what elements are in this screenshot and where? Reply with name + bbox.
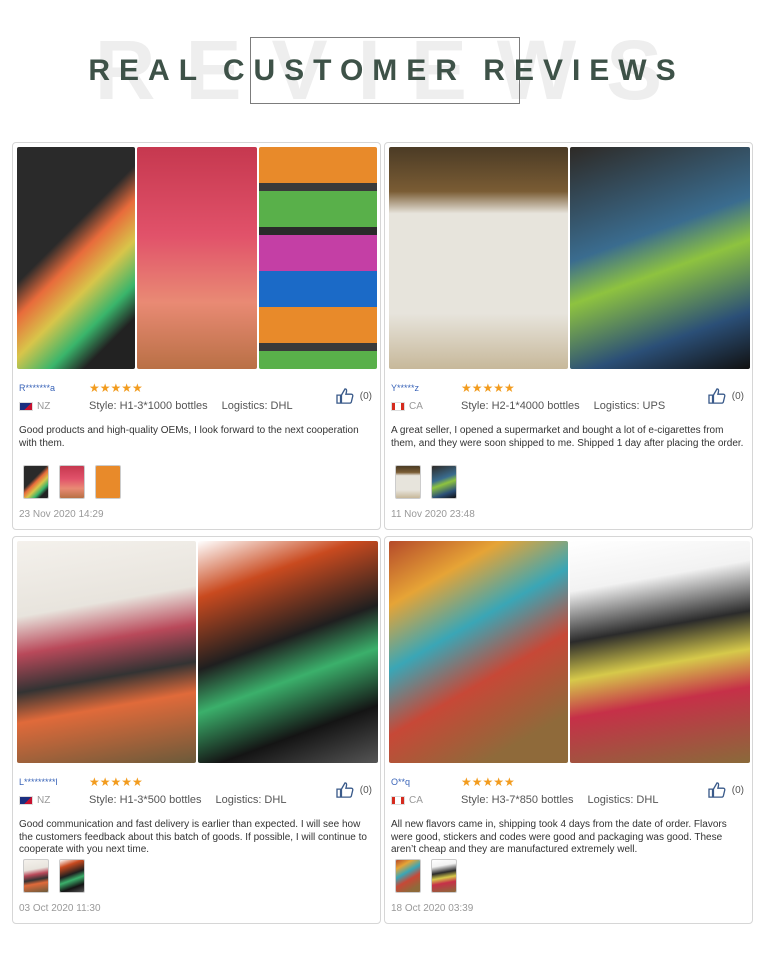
thumbnail-list (23, 859, 85, 893)
order-meta: Style: H2-1*4000 bottles Logistics: UPS (461, 400, 679, 412)
review-text: All new flavors came in, shipping took 4… (391, 819, 727, 855)
ca-flag-icon (391, 402, 405, 411)
order-style: Style: H1-3*1000 bottles (89, 400, 208, 412)
thumbnail[interactable] (395, 859, 421, 893)
like-count: (0) (359, 390, 372, 402)
review-text: A great seller, I opened a supermarket a… (391, 425, 744, 449)
thumbnail[interactable] (23, 859, 49, 893)
country-code: CA (409, 795, 423, 806)
reviewer-name: O**q (391, 777, 411, 787)
thumbnail[interactable] (431, 465, 457, 499)
order-meta: Style: H1-3*500 bottles Logistics: DHL (89, 794, 300, 806)
country-code: NZ (37, 401, 51, 412)
star-rating: ★★★★★ (461, 775, 515, 789)
thumbnail[interactable] (395, 465, 421, 499)
like-count: (0) (731, 784, 744, 796)
review-photo[interactable] (137, 147, 257, 369)
order-logistics: Logistics: DHL (587, 794, 659, 806)
like-button[interactable]: (0) (708, 782, 744, 798)
country-code: NZ (37, 795, 51, 806)
nz-flag-icon (19, 796, 33, 805)
review-photo[interactable] (259, 147, 377, 369)
order-meta: Style: H3-7*850 bottles Logistics: DHL (461, 794, 672, 806)
reviewer-country: CA (391, 795, 423, 806)
reviewer-country: CA (391, 401, 423, 412)
thumbnail-list (23, 465, 121, 499)
order-logistics: Logistics: DHL (215, 794, 287, 806)
review-photo[interactable] (17, 147, 135, 369)
review-text: Good communication and fast delivery is … (19, 819, 367, 855)
order-style: Style: H3-7*850 bottles (461, 794, 574, 806)
thumbs-up-icon (708, 388, 726, 404)
thumbnail[interactable] (59, 859, 85, 893)
like-button[interactable]: (0) (336, 782, 372, 798)
nz-flag-icon (19, 402, 33, 411)
thumbnail[interactable] (59, 465, 85, 499)
star-rating: ★★★★★ (461, 381, 515, 395)
thumbnail-list (395, 859, 457, 893)
like-button[interactable]: (0) (336, 388, 372, 404)
reviewer-name: R*******a (19, 383, 56, 393)
thumbnail-list (395, 465, 457, 499)
order-logistics: Logistics: UPS (593, 400, 666, 412)
thumbs-up-icon (336, 388, 354, 404)
like-count: (0) (731, 390, 744, 402)
thumbnail[interactable] (431, 859, 457, 893)
star-rating: ★★★★★ (89, 381, 143, 395)
reviewer-country: NZ (19, 795, 50, 806)
review-card: L*********l NZ ★★★★★ Style: H1-3*500 bot… (12, 536, 381, 924)
order-style: Style: H1-3*500 bottles (89, 794, 202, 806)
order-meta: Style: H1-3*1000 bottles Logistics: DHL (89, 400, 307, 412)
review-photo[interactable] (389, 147, 568, 369)
review-card: Y*****z CA ★★★★★ Style: H2-1*4000 bottle… (384, 142, 753, 530)
star-rating: ★★★★★ (89, 775, 143, 789)
thumbs-up-icon (336, 782, 354, 798)
reviewer-name: Y*****z (391, 383, 420, 393)
review-text: Good products and high-quality OEMs, I l… (19, 425, 359, 449)
thumbnail[interactable] (23, 465, 49, 499)
like-count: (0) (359, 784, 372, 796)
review-photo[interactable] (570, 541, 750, 763)
order-style: Style: H2-1*4000 bottles (461, 400, 580, 412)
review-photo[interactable] (389, 541, 568, 763)
review-photo[interactable] (570, 147, 750, 369)
page-title: REAL CUSTOMER REVIEWS (88, 54, 685, 87)
thumbnail[interactable] (95, 465, 121, 499)
order-logistics: Logistics: DHL (221, 400, 293, 412)
thumbs-up-icon (708, 782, 726, 798)
review-card: R*******a NZ ★★★★★ Style: H1-3*1000 bott… (12, 142, 381, 530)
review-card: O**q CA ★★★★★ Style: H3-7*850 bottles Log… (384, 536, 753, 924)
like-button[interactable]: (0) (708, 388, 744, 404)
reviewer-name: L*********l (19, 777, 58, 787)
ca-flag-icon (391, 796, 405, 805)
review-photo[interactable] (198, 541, 378, 763)
country-code: CA (409, 401, 423, 412)
review-date: 03 Oct 2020 11:30 (19, 903, 101, 914)
review-photo[interactable] (17, 541, 196, 763)
review-date: 11 Nov 2020 23:48 (391, 509, 475, 520)
page-header: REVIEWS REAL CUSTOMER REVIEWS (0, 0, 757, 130)
review-date: 18 Oct 2020 03:39 (391, 903, 474, 914)
review-date: 23 Nov 2020 14:29 (19, 509, 104, 520)
reviewer-country: NZ (19, 401, 50, 412)
